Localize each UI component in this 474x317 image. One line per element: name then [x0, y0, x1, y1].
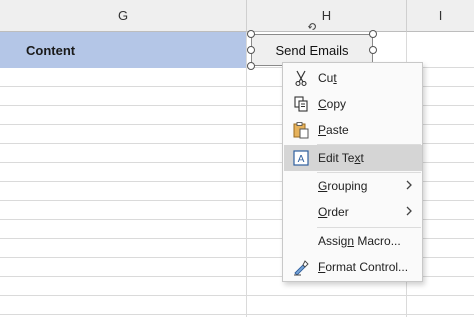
menu-item-label: Copy — [318, 97, 347, 111]
column-header-h[interactable]: H — [247, 0, 407, 32]
copy-icon — [294, 96, 308, 112]
cell-text: Content — [26, 42, 76, 58]
chevron-right-icon — [406, 206, 412, 216]
column-header-label: I — [438, 8, 443, 23]
paste-icon — [293, 122, 309, 139]
column-header-g[interactable]: G — [0, 0, 247, 32]
resize-handle-left[interactable] — [247, 46, 255, 54]
scissors-icon — [295, 70, 307, 87]
resize-handle-top-left[interactable] — [247, 30, 255, 38]
edit-text-icon: A — [293, 150, 309, 166]
resize-handle-top-right[interactable] — [369, 30, 377, 38]
context-menu: Cut Copy Paste A Edit Text Grouping Orde… — [282, 62, 423, 282]
resize-handle-bottom-left[interactable] — [247, 62, 255, 70]
menu-item-label: Edit Text — [318, 151, 364, 165]
column-header-label: H — [321, 8, 332, 23]
column-header-i[interactable]: I — [407, 0, 474, 32]
send-emails-label: Send Emails — [275, 42, 349, 58]
svg-text:A: A — [298, 154, 305, 165]
menu-item-format-control[interactable]: Format Control... — [284, 254, 422, 280]
menu-item-label: Paste — [318, 123, 349, 137]
menu-item-label: Assign Macro... — [318, 234, 401, 248]
menu-item-label: Format Control... — [318, 260, 409, 274]
menu-item-assign-macro[interactable]: Assign Macro... — [284, 228, 422, 254]
column-header-label: G — [117, 8, 129, 23]
menu-item-order[interactable]: Order — [284, 199, 422, 225]
menu-item-label: Grouping — [318, 179, 368, 193]
menu-item-edit-text[interactable]: A Edit Text — [284, 145, 422, 171]
menu-item-label: Cut — [318, 71, 337, 85]
content-cell[interactable]: Content — [0, 32, 246, 68]
menu-item-cut[interactable]: Cut — [284, 65, 422, 91]
menu-item-label: Order — [318, 205, 349, 219]
chevron-right-icon — [406, 180, 412, 190]
menu-item-grouping[interactable]: Grouping — [284, 173, 422, 199]
format-control-icon — [294, 260, 309, 276]
resize-handle-right[interactable] — [369, 46, 377, 54]
menu-item-copy[interactable]: Copy — [284, 91, 422, 117]
column-divider — [246, 32, 247, 317]
grid-row — [0, 296, 474, 315]
menu-item-paste[interactable]: Paste — [284, 117, 422, 143]
rotation-handle-icon[interactable] — [308, 22, 317, 31]
